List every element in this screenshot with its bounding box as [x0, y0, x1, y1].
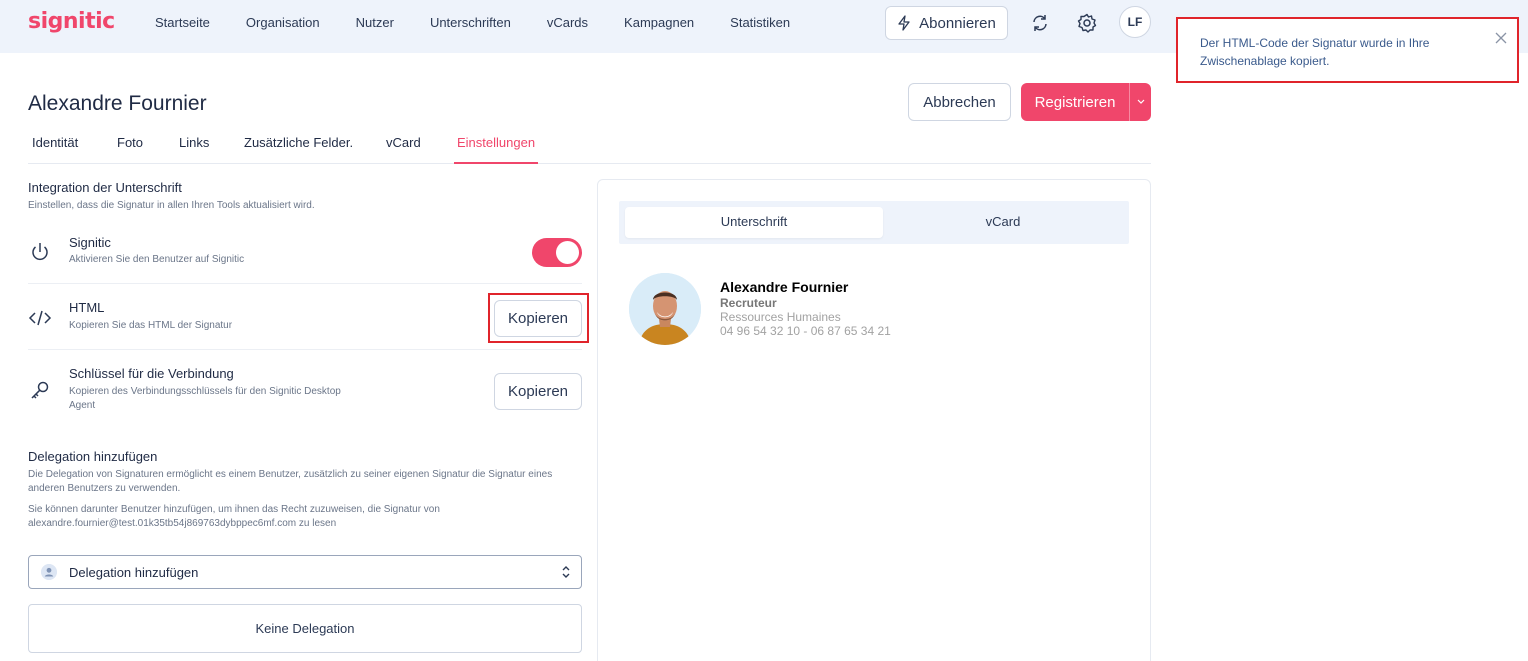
delegation-desc1-line2: anderen Benutzers zu verwenden. [28, 483, 181, 494]
delegation-desc2-line1: Sie können darunter Benutzer hinzufügen,… [28, 504, 440, 515]
copy-key-button[interactable]: Kopieren [494, 373, 582, 410]
delegation-select-label: Delegation hinzufügen [69, 565, 199, 580]
key-row-subtitle-line1: Kopieren des Verbindungsschlüssels für d… [69, 386, 341, 397]
toggle-knob [556, 241, 579, 264]
tab-vcard[interactable]: vCard [386, 135, 421, 150]
person-portrait-icon [629, 273, 701, 345]
divider [28, 283, 582, 284]
signitic-activation-toggle[interactable] [532, 238, 582, 267]
delegation-desc2-line2: alexandre.fournier@test.01k35tb54j869763… [28, 518, 337, 529]
copy-success-toast: Der HTML-Code der Signatur wurde in Ihre… [1176, 17, 1519, 83]
signature-photo [629, 273, 701, 345]
signitic-row-title: Signitic [69, 235, 111, 250]
user-avatar[interactable]: LF [1119, 6, 1151, 38]
settings-button[interactable] [1072, 8, 1102, 38]
chevron-down-icon [1137, 99, 1144, 104]
signature-job: Recruteur [720, 296, 777, 310]
close-icon[interactable] [1494, 31, 1508, 45]
highlight-box [488, 293, 589, 343]
key-row-title: Schlüssel für die Verbindung [69, 366, 234, 381]
nav-item-nutzer[interactable]: Nutzer [356, 15, 394, 30]
signature-preview-card [597, 179, 1151, 661]
tab-identitaet[interactable]: Identität [32, 135, 78, 150]
html-row-title: HTML [69, 300, 105, 315]
user-tabs: Identität Foto Links Zusätzliche Felder.… [28, 126, 1151, 164]
gear-icon [1077, 13, 1097, 33]
tab-zusaetzliche-felder[interactable]: Zusätzliche Felder. [244, 135, 353, 150]
active-tab-indicator [454, 162, 538, 164]
power-icon [32, 243, 48, 261]
nav-item-unterschriften[interactable]: Unterschriften [430, 15, 511, 30]
signature-name: Alexandre Fournier [720, 279, 849, 295]
lightning-icon [898, 15, 910, 31]
page-title: Alexandre Fournier [28, 92, 207, 115]
sync-button[interactable] [1025, 8, 1055, 38]
tab-foto[interactable]: Foto [117, 135, 143, 150]
signature-phone: 04 96 54 32 10 - 06 87 65 34 21 [720, 324, 891, 338]
save-options-button[interactable] [1129, 83, 1151, 121]
subscribe-label: Abonnieren [919, 14, 996, 32]
tab-links[interactable]: Links [179, 135, 209, 150]
nav-item-kampagnen[interactable]: Kampagnen [624, 15, 694, 30]
subscribe-button[interactable]: Abonnieren [885, 6, 1008, 40]
tab-einstellungen[interactable]: Einstellungen [457, 135, 535, 150]
toast-message: Der HTML-Code der Signatur wurde in Ihre… [1200, 36, 1430, 68]
key-row-subtitle-line2: Agent [69, 400, 96, 411]
delegation-desc1-line1: Die Delegation von Signaturen ermöglicht… [28, 469, 553, 480]
html-row-subtitle: Kopieren Sie das HTML der Signatur [69, 320, 233, 331]
nav-item-organisation[interactable]: Organisation [246, 15, 320, 30]
main-nav: Startseite Organisation Nutzer Unterschr… [137, 0, 808, 44]
delegation-select[interactable]: Delegation hinzufügen [28, 555, 582, 589]
tab-unterschrift[interactable]: Unterschrift [639, 214, 869, 229]
signitic-row-subtitle: Aktivieren Sie den Benutzer auf Signitic [69, 254, 245, 265]
save-button[interactable]: Registrieren [1021, 83, 1129, 121]
code-icon [28, 310, 52, 326]
nav-item-statistiken[interactable]: Statistiken [730, 15, 790, 30]
user-icon [41, 564, 57, 580]
nav-item-vcards[interactable]: vCards [547, 15, 588, 30]
no-delegation-placeholder: Keine Delegation [28, 604, 582, 653]
sync-icon [1033, 15, 1047, 31]
cancel-button[interactable]: Abbrechen [908, 83, 1011, 121]
integration-subtitle: Einstellen, dass die Signatur in allen I… [28, 200, 315, 211]
delegation-title: Delegation hinzufügen [28, 449, 158, 464]
divider [28, 349, 582, 350]
nav-item-startseite[interactable]: Startseite [155, 15, 210, 30]
chevron-up-down-icon [562, 566, 570, 578]
integration-title: Integration der Unterschrift [28, 180, 182, 195]
signature-department: Ressources Humaines [720, 310, 841, 324]
key-icon [31, 381, 49, 399]
tab-vcard-preview[interactable]: vCard [888, 214, 1118, 229]
signitic-logo[interactable]: signitic [28, 9, 115, 34]
